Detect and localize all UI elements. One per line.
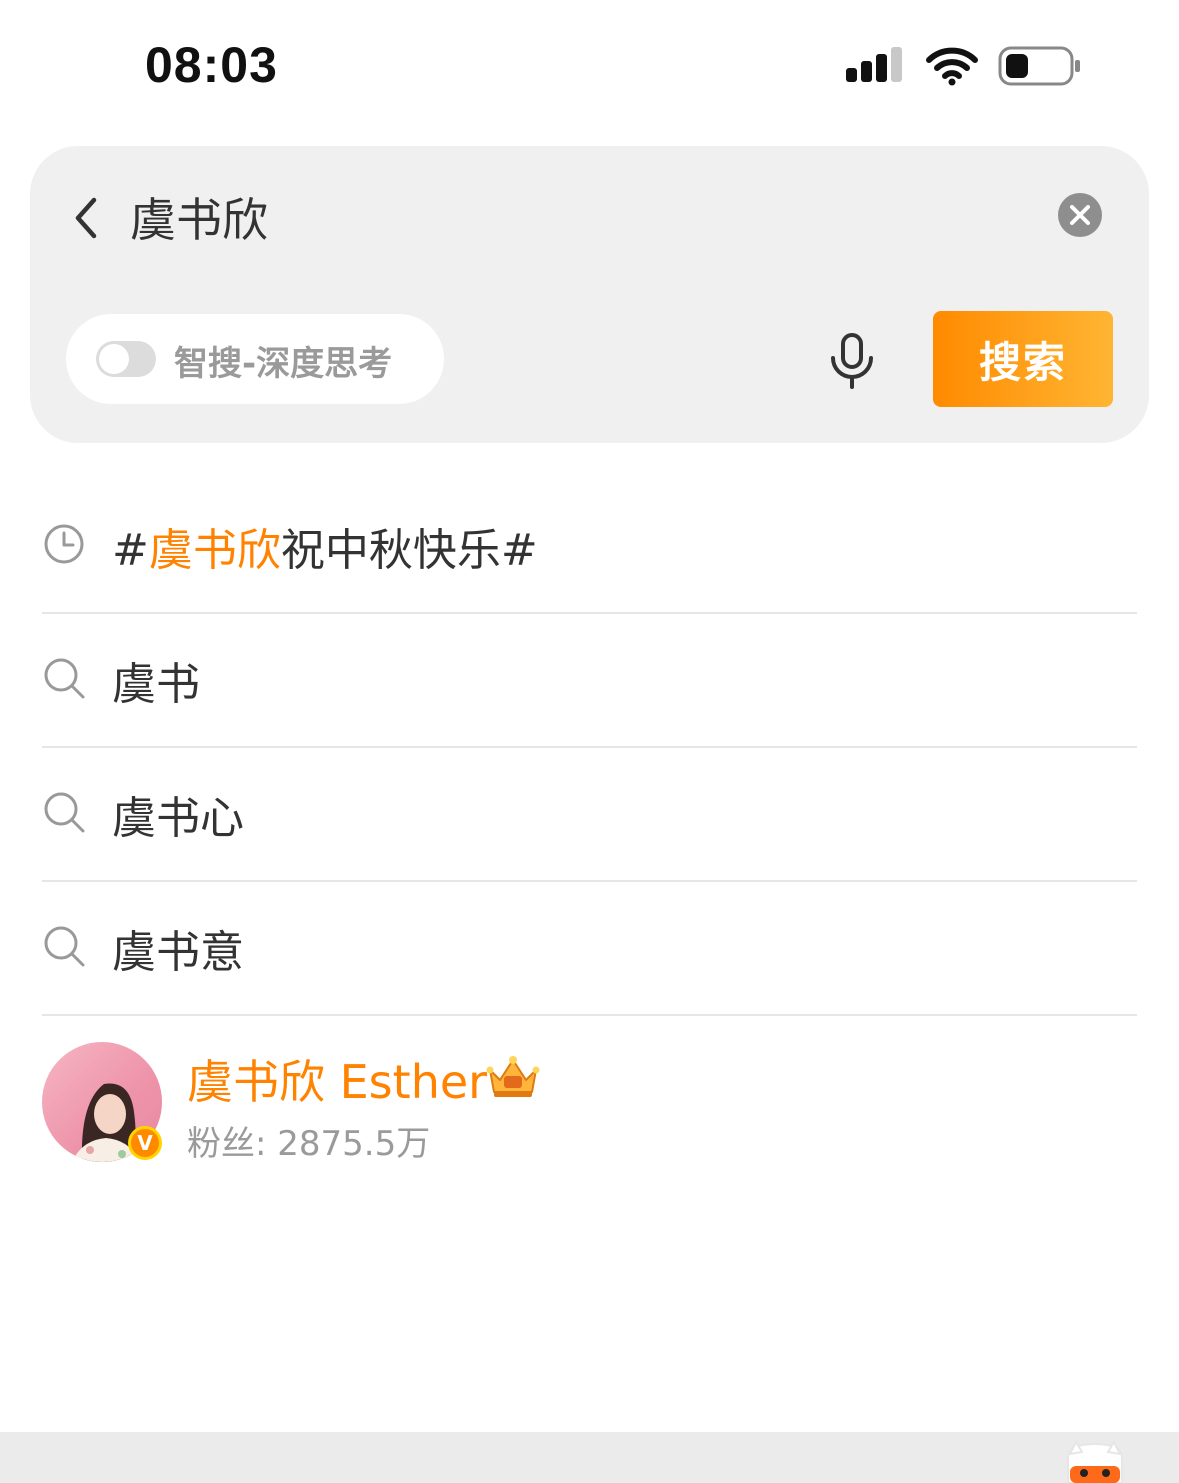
user-result[interactable]: V 虞书欣 Esther 粉丝: 2875.5万 [42,1016,1137,1166]
battery-icon [998,46,1080,86]
smart-search-toggle[interactable]: 智搜-深度思考 [66,314,444,404]
suggestion-text: 虞书心 [112,793,244,844]
suggestion-text: 虞书意 [112,927,244,978]
search-icon [44,926,85,967]
chevron-left-icon[interactable] [68,194,104,242]
user-name: 虞书欣 Esther [187,1055,488,1109]
fans-count: 粉丝: 2875.5万 [187,1124,431,1164]
status-bar: 08:03 [0,0,1179,130]
search-button[interactable]: 搜索 [933,311,1113,407]
suggestion-item[interactable]: 虞书 [42,612,1137,748]
cellular-signal-icon [846,47,902,82]
wifi-icon [926,47,978,86]
search-panel: 智搜-深度思考 搜索 [30,146,1149,443]
bottom-bar [0,1432,1179,1483]
suggestion-text: #虞书欣祝中秋快乐# [112,514,538,578]
history-clock-icon [44,524,84,564]
toggle-knob [99,344,129,374]
suggestion-history-item[interactable]: #虞书欣祝中秋快乐# [42,478,1137,614]
suggestion-item[interactable]: 虞书心 [42,746,1137,882]
toggle-switch[interactable] [96,341,156,377]
crown-icon [486,1056,540,1097]
suggestion-item[interactable]: 虞书意 [42,880,1137,1016]
suggestion-highlight: 虞书欣 [148,525,281,576]
search-input[interactable] [130,182,930,252]
suggestion-rest: 祝中秋快乐# [280,525,538,576]
mascot-icon[interactable] [1062,1440,1128,1483]
status-time: 08:03 [145,37,278,93]
smart-search-label: 智搜-深度思考 [174,344,393,384]
verified-badge: V [128,1126,162,1160]
suggestion-prefix: # [112,525,149,576]
suggestion-text: 虞书 [112,659,200,710]
search-icon [44,658,85,699]
search-icon [44,792,85,833]
close-circle-icon[interactable] [1057,192,1103,238]
microphone-icon[interactable] [828,332,876,390]
